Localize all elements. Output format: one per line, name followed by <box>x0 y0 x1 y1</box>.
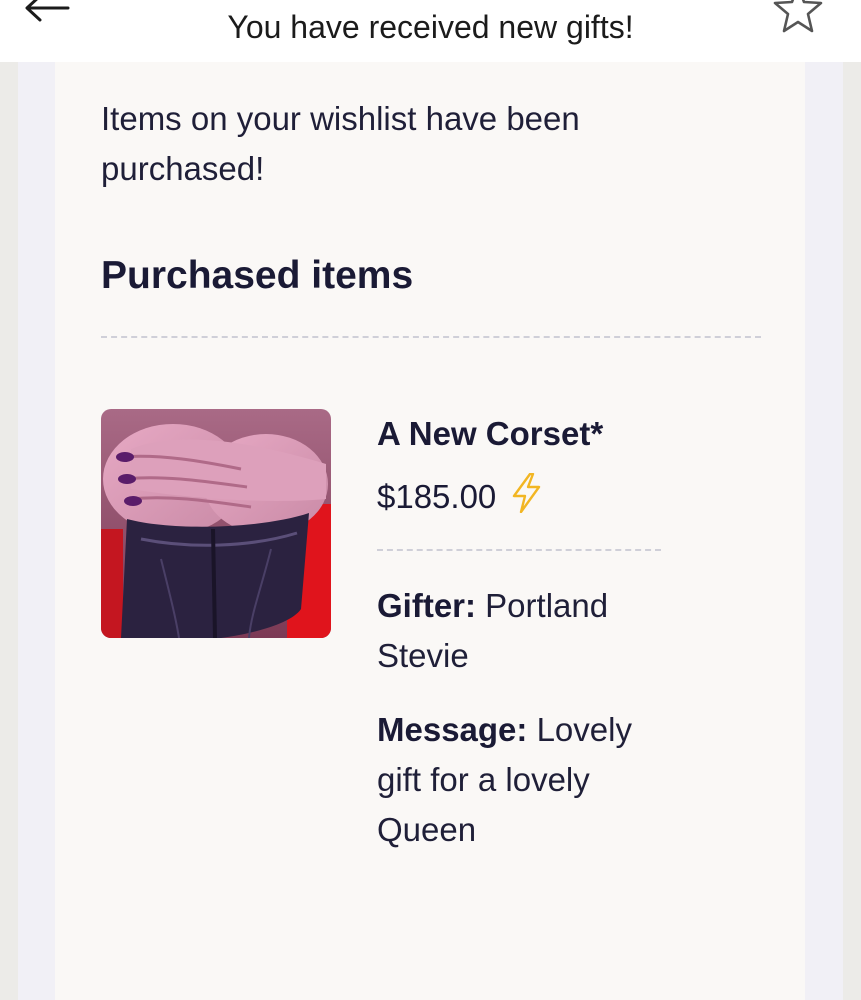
details-divider <box>377 549 661 551</box>
message-field: Message: Lovely gift for a lovely Queen <box>377 705 677 855</box>
item-image[interactable] <box>101 409 331 638</box>
email-card: Items on your wishlist have been purchas… <box>55 62 805 1000</box>
email-subject: You have received new gifts! <box>227 9 634 45</box>
star-outline-icon <box>771 0 825 44</box>
gifter-field: Gifter: Portland Stevie <box>377 581 677 681</box>
top-bar: You have received new gifts! <box>0 0 861 62</box>
item-name[interactable]: A New Corset* <box>377 412 677 456</box>
intro-text: Items on your wishlist have been purchas… <box>101 100 580 187</box>
gifter-label: Gifter: <box>377 587 476 624</box>
item-details: A New Corset* $185.00 Gifter: Portland S… <box>377 412 677 855</box>
item-price-row: $185.00 <box>377 472 677 521</box>
lightning-bolt-icon <box>496 472 542 521</box>
star-button[interactable] <box>771 0 825 40</box>
section-title: Purchased items <box>101 254 414 297</box>
item-price: $185.00 <box>377 478 497 515</box>
message-label: Message: <box>377 711 528 748</box>
divider <box>101 336 761 338</box>
